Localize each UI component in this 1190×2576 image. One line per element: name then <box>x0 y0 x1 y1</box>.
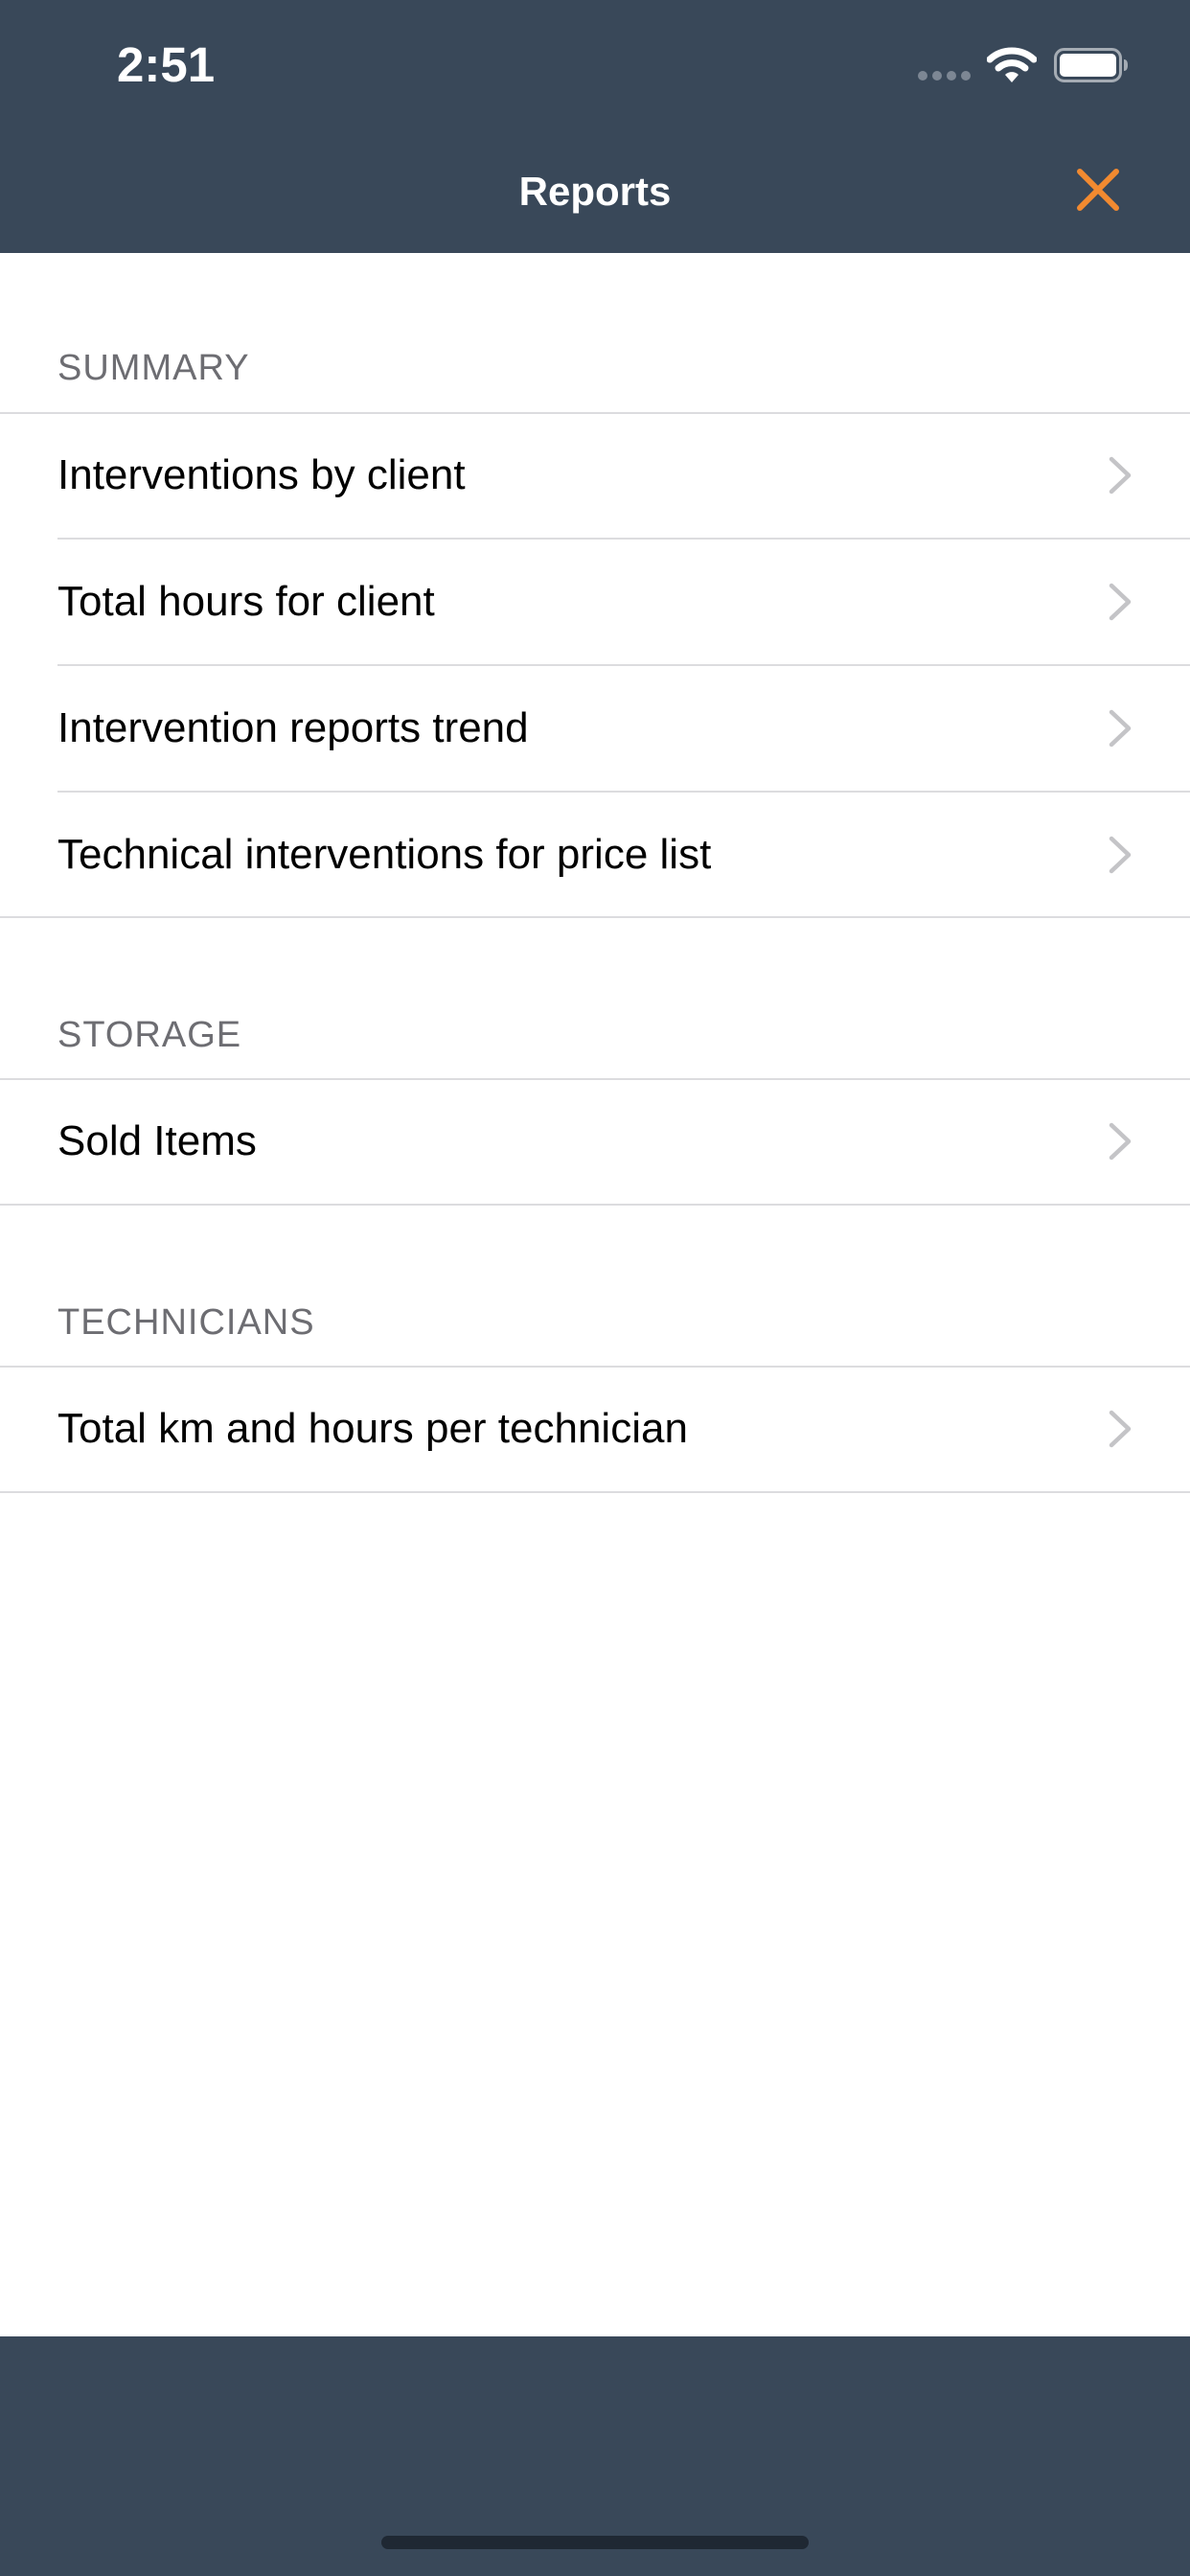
chevron-right-icon <box>1109 1410 1132 1448</box>
report-item-total-km-and-hours-per-technician[interactable]: Total km and hours per technician <box>0 1367 1190 1491</box>
close-icon[interactable] <box>1067 159 1129 220</box>
divider <box>0 1204 1190 1206</box>
section-header-storage: STORAGE <box>57 1015 242 1055</box>
divider <box>0 916 1190 918</box>
wifi-icon <box>987 47 1037 82</box>
report-item-intervention-reports-trend[interactable]: Intervention reports trend <box>0 666 1190 791</box>
navigation-bar: 2:51 Reports <box>0 0 1190 253</box>
chevron-right-icon <box>1109 1122 1132 1161</box>
chevron-right-icon <box>1109 456 1132 494</box>
section-header-summary: SUMMARY <box>57 348 250 388</box>
page-title: Reports <box>518 169 672 214</box>
report-item-label: Total hours for client <box>57 578 435 625</box>
section-header-technicians: TECHNICIANS <box>57 1302 315 1343</box>
report-item-label: Technical interventions for price list <box>57 831 712 878</box>
battery-icon <box>1054 48 1128 82</box>
report-item-label: Interventions by client <box>57 451 466 498</box>
report-item-label: Total km and hours per technician <box>57 1405 688 1452</box>
chevron-right-icon <box>1109 583 1132 621</box>
report-item-sold-items[interactable]: Sold Items <box>0 1079 1190 1204</box>
report-item-label: Sold Items <box>57 1117 257 1164</box>
report-item-label: Intervention reports trend <box>57 704 529 751</box>
report-item-interventions-by-client[interactable]: Interventions by client <box>0 413 1190 538</box>
report-item-total-hours-for-client[interactable]: Total hours for client <box>0 540 1190 664</box>
divider <box>0 1491 1190 1493</box>
chevron-right-icon <box>1109 836 1132 874</box>
home-indicator[interactable] <box>381 2536 809 2549</box>
status-time: 2:51 <box>117 37 216 92</box>
chevron-right-icon <box>1109 709 1132 748</box>
report-item-technical-interventions-for-price-list[interactable]: Technical interventions for price list <box>0 793 1190 917</box>
cellular-signal-icon <box>918 71 972 80</box>
